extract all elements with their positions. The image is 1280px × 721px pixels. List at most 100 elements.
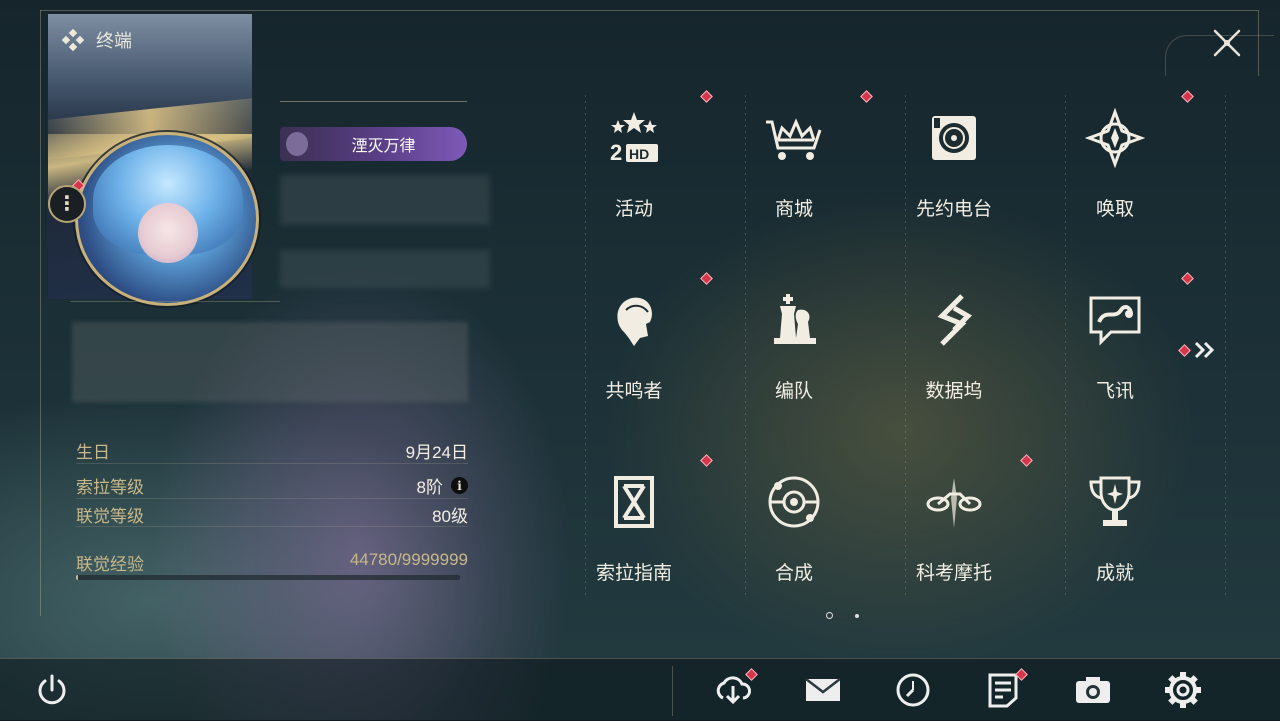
chess-team-icon <box>764 290 824 350</box>
menu-item-synthesis-orbit[interactable]: 合成 <box>714 452 874 612</box>
signature-blurred[interactable] <box>72 322 468 402</box>
menu-item-shop-crown-cart[interactable]: 商城 <box>714 88 874 248</box>
trophy-icon <box>1085 472 1145 532</box>
svg-text:HD: HD <box>629 146 649 162</box>
page-indicator <box>826 612 859 619</box>
next-page-badge <box>1178 343 1191 357</box>
title-badge-label: 湮灭万律 <box>351 138 416 155</box>
avatar-divider <box>70 301 280 302</box>
menu-item-label: 合成 <box>774 563 813 584</box>
menu-item-trophy[interactable]: 成就 <box>1035 452 1195 612</box>
profile-more-button[interactable]: ⋮ <box>48 185 86 223</box>
avatar[interactable] <box>75 132 259 306</box>
close-x-icon <box>1213 29 1241 57</box>
player-id-blurred <box>280 250 490 288</box>
menu-item-label: 索拉指南 <box>595 563 672 584</box>
page-dot[interactable] <box>855 613 859 618</box>
menu-item-label: 商城 <box>774 199 813 220</box>
stat-label: 生日 <box>76 443 110 462</box>
bottom-divider <box>672 666 673 716</box>
notification-badge <box>700 272 713 285</box>
notification-badge <box>860 90 873 103</box>
stat-value: 8阶 <box>416 478 443 497</box>
radio-icon <box>924 108 984 168</box>
menu-item-label: 成就 <box>1095 563 1134 584</box>
download-button[interactable] <box>713 668 758 710</box>
menu-item-motorbike[interactable]: 科考摩托 <box>874 452 1034 612</box>
menu-item-label: 科考摩托 <box>915 563 992 584</box>
clock-icon <box>896 673 930 707</box>
menu-item-label: 先约电台 <box>915 199 992 220</box>
motorbike-icon <box>924 472 984 532</box>
svg-text:2: 2 <box>610 140 622 165</box>
menu-item-guide-book[interactable]: 索拉指南 <box>554 452 714 612</box>
stat-value: 9月24日 <box>405 443 468 462</box>
data-dock-icon <box>924 290 984 350</box>
stat-sol-rank: 索拉等级 8阶 i <box>76 473 468 498</box>
page-title: 终端 <box>96 31 132 51</box>
more-vertical-icon: ⋮ <box>57 193 77 215</box>
close-button[interactable] <box>1208 24 1246 62</box>
power-button[interactable] <box>32 670 72 710</box>
terminal-header: 终端 <box>62 27 132 53</box>
mail-icon <box>805 678 841 701</box>
title-badge-emblem-icon <box>286 132 308 156</box>
camera-button[interactable] <box>1073 670 1113 710</box>
shop-crown-cart-icon <box>764 108 824 168</box>
notification-badge <box>1181 90 1194 103</box>
clock-button[interactable] <box>893 670 933 710</box>
xp-value: 44780/9999999 <box>349 550 468 569</box>
notification-badge <box>1181 272 1194 285</box>
menu-item-label: 飞讯 <box>1095 381 1134 402</box>
player-name-blurred <box>280 175 490 225</box>
menu-item-label: 活动 <box>614 199 653 220</box>
double-chevron-right-icon <box>1194 341 1215 359</box>
notification-badge <box>1020 454 1033 467</box>
menu-item-resonator-head[interactable]: 共鸣者 <box>554 270 714 430</box>
camera-icon <box>1076 677 1110 703</box>
chat-message-icon <box>1085 290 1145 350</box>
synthesis-orbit-icon <box>764 472 824 532</box>
menu-item-radio[interactable]: 先约电台 <box>874 88 1034 248</box>
menu-item-chat-message[interactable]: 飞讯 <box>1035 270 1195 430</box>
stat-value: 80级 <box>432 507 468 526</box>
stat-divider <box>76 526 468 527</box>
activity-2hd-icon: 2 HD <box>604 108 664 168</box>
menu-grid-separator <box>1225 95 1226 595</box>
notice-button[interactable] <box>983 668 1028 710</box>
title-divider <box>280 101 467 102</box>
settings-button[interactable] <box>1163 670 1203 710</box>
resonator-head-icon <box>604 290 664 350</box>
xp-label: 联觉经验 <box>76 555 144 574</box>
frame-line-top <box>40 10 1258 11</box>
info-icon[interactable]: i <box>451 477 468 494</box>
guide-book-icon <box>604 472 664 532</box>
menu-item-compass-star[interactable]: 唤取 <box>1035 88 1195 248</box>
menu-item-data-dock[interactable]: 数据坞 <box>874 270 1034 430</box>
stat-union-level: 联觉等级 80级 <box>76 502 468 527</box>
menu-item-label: 数据坞 <box>925 381 983 402</box>
avatar-face <box>138 203 198 263</box>
settings-gear-icon <box>1165 672 1201 708</box>
notification-badge <box>700 454 713 467</box>
next-page-button[interactable] <box>1178 340 1217 360</box>
menu-item-label: 唤取 <box>1095 199 1134 220</box>
compass-star-icon <box>1084 107 1146 169</box>
menu-item-activity-2hd[interactable]: 2 HD 活动 <box>554 88 714 248</box>
stat-label: 联觉等级 <box>76 507 144 526</box>
menu-item-chess-team[interactable]: 编队 <box>714 270 874 430</box>
xp-progress-bar <box>76 575 460 580</box>
page-dot-active[interactable] <box>826 612 833 619</box>
menu-item-label: 编队 <box>774 381 813 402</box>
stat-birthday: 生日 9月24日 <box>76 438 468 463</box>
frame-line-left <box>40 10 41 616</box>
title-badge[interactable]: 湮灭万律 <box>280 127 467 161</box>
notification-badge <box>700 90 713 103</box>
menu-item-label: 共鸣者 <box>605 381 663 402</box>
stat-divider <box>76 463 468 464</box>
stat-label: 索拉等级 <box>76 478 144 497</box>
power-icon <box>38 674 66 705</box>
diamond-cluster-icon <box>62 29 84 51</box>
mail-button[interactable] <box>803 670 843 710</box>
xp-progress-fill <box>76 575 78 580</box>
